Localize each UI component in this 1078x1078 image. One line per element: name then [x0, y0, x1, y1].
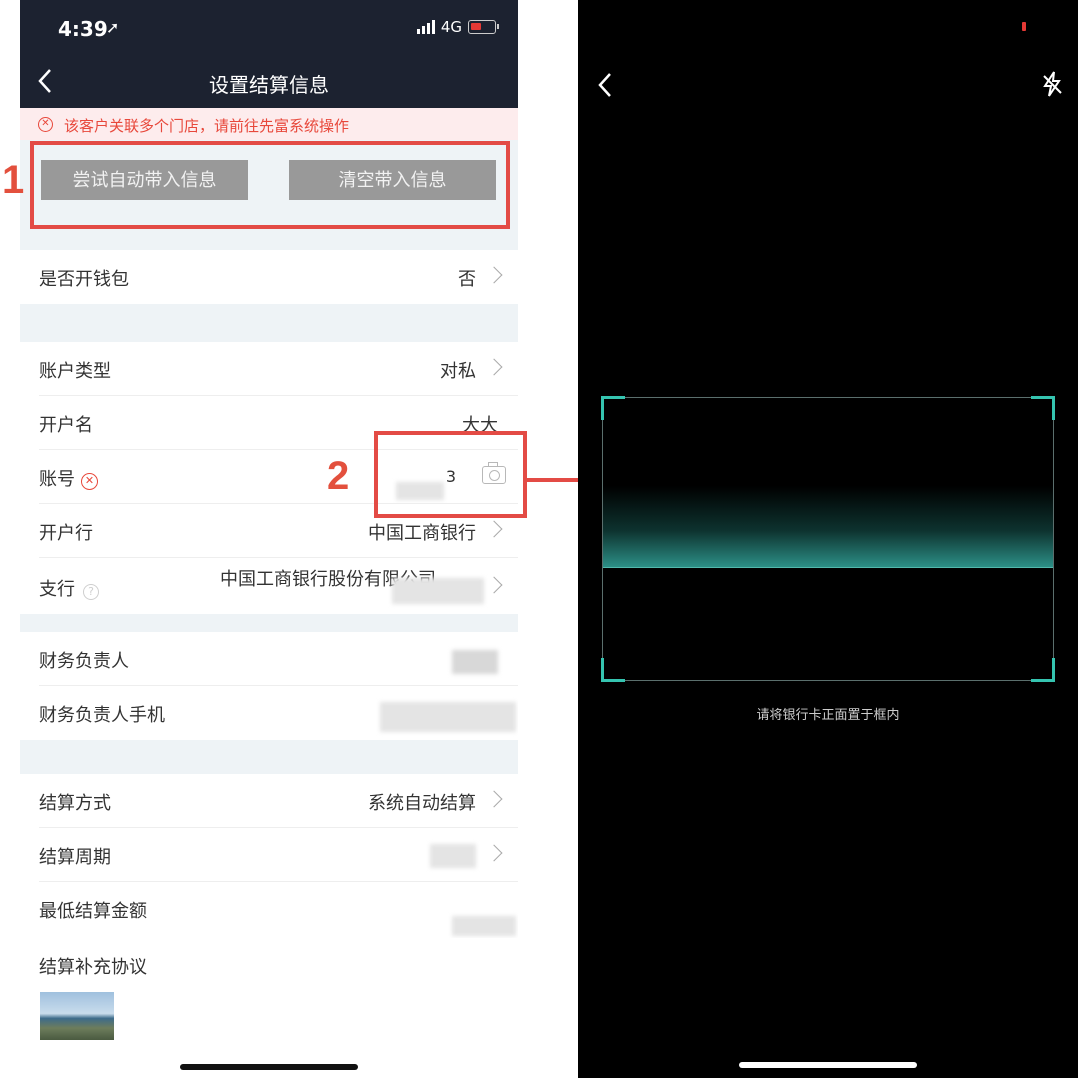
chevron-right-icon	[485, 520, 503, 538]
card-scan-frame	[601, 396, 1055, 682]
agreement-row: 结算补充协议	[20, 938, 518, 992]
network-label: 4G	[440, 18, 462, 36]
finance-phone-row[interactable]: 财务负责人手机	[20, 686, 518, 740]
home-indicator[interactable]	[739, 1062, 917, 1068]
row-label: 账户类型	[39, 361, 111, 382]
page-title: 设置结算信息	[209, 73, 329, 97]
settle-method-row[interactable]: 结算方式 系统自动结算	[20, 774, 518, 828]
settle-period-row[interactable]: 结算周期	[20, 828, 518, 882]
location-arrow-icon: ➚	[106, 18, 120, 37]
row-label: 财务负责人	[39, 651, 129, 672]
error-circle-icon: ✕	[38, 117, 53, 132]
branch-label: 支行	[39, 579, 75, 600]
row-label: 结算补充协议	[39, 957, 147, 978]
frame-corner	[601, 658, 625, 682]
help-circle-icon[interactable]: ?	[83, 584, 99, 600]
home-indicator[interactable]	[180, 1064, 358, 1070]
chevron-right-icon	[485, 358, 503, 376]
flash-off-icon[interactable]	[1040, 70, 1064, 98]
row-label: 财务负责人手机	[39, 705, 165, 726]
scan-line	[603, 486, 1053, 568]
section-gap	[20, 614, 518, 632]
battery-icon	[468, 20, 499, 34]
chevron-right-icon	[485, 266, 503, 284]
redacted-min-amount	[452, 916, 516, 936]
chevron-right-icon	[485, 790, 503, 808]
row-value: 否	[458, 269, 476, 290]
row-value: 中国工商银行	[368, 523, 476, 544]
status-time: 4:39	[58, 17, 108, 41]
redacted-branch	[392, 578, 484, 604]
branch-row[interactable]: 支行? 中国工商银行股份有限公司	[20, 558, 518, 614]
account-type-row[interactable]: 账户类型 对私	[20, 342, 518, 396]
redacted-settle-period	[430, 844, 476, 868]
signal-icon	[416, 20, 435, 34]
annotation-number-2: 2	[327, 454, 350, 498]
chevron-right-icon	[485, 576, 503, 594]
nav-bar: 设置结算信息	[20, 56, 518, 108]
status-indicators: 4G	[416, 18, 499, 36]
min-amount-row[interactable]: 最低结算金额	[20, 882, 518, 936]
frame-corner	[1031, 658, 1055, 682]
row-label: 最低结算金额	[39, 901, 147, 922]
row-label: 结算方式	[39, 793, 111, 814]
warning-banner: ✕ 该客户关联多个门店，请前往先富系统操作	[20, 108, 518, 140]
account-number-label: 账号	[39, 469, 75, 490]
row-label: 开户行	[39, 523, 93, 544]
row-label: 支行?	[39, 575, 99, 601]
redacted-finance-person	[452, 650, 498, 674]
row-value: 系统自动结算	[368, 793, 476, 814]
recording-indicator	[1022, 22, 1026, 31]
row-label: 开户名	[39, 415, 93, 436]
row-value: 对私	[440, 361, 476, 382]
scan-hint-text: 请将银行卡正面置于框内	[756, 708, 900, 723]
section-gap	[20, 740, 518, 774]
wallet-row[interactable]: 是否开钱包 否	[20, 250, 518, 304]
agreement-thumbnail-image[interactable]	[40, 992, 114, 1040]
back-chevron-icon[interactable]	[594, 70, 618, 100]
redacted-finance-phone	[380, 702, 516, 732]
status-bar: 4:39 ➚ 4G	[20, 0, 518, 56]
row-label: 是否开钱包	[39, 269, 129, 290]
annotation-number-1: 1	[2, 158, 25, 202]
row-label: 账号 ✕	[39, 465, 98, 491]
bank-card-scanner-screen: 请将银行卡正面置于框内	[578, 0, 1078, 1078]
annotation-box-2	[374, 431, 527, 518]
finance-person-row[interactable]: 财务负责人	[20, 632, 518, 686]
chevron-right-icon	[485, 844, 503, 862]
frame-corner	[1031, 396, 1055, 420]
section-gap	[20, 304, 518, 342]
row-label: 结算周期	[39, 847, 111, 868]
annotation-box-1	[30, 141, 510, 229]
frame-corner	[601, 396, 625, 420]
warning-text: 该客户关联多个门店，请前往先富系统操作	[64, 117, 350, 135]
error-circle-icon: ✕	[81, 473, 98, 490]
